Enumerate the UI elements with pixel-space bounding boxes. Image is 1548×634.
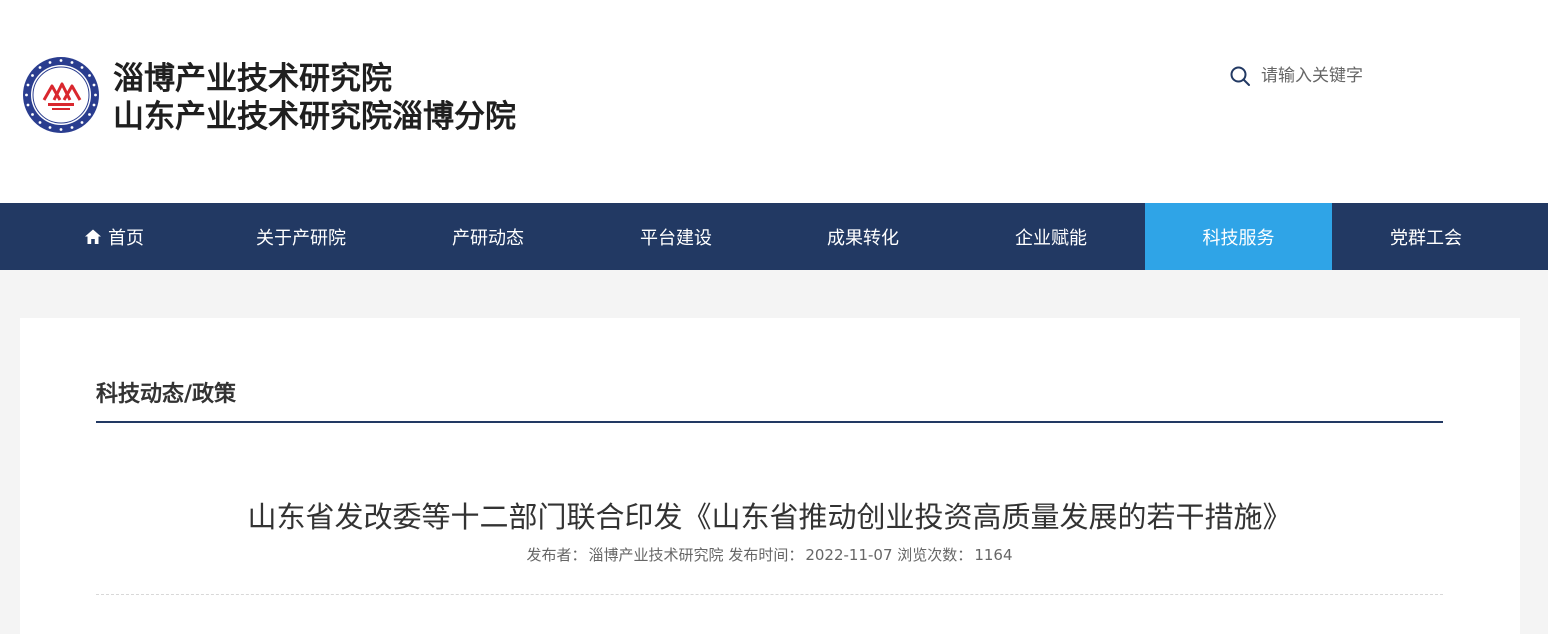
publisher-label: 发布者： (526, 546, 587, 564)
content-card: 科技动态/政策 山东省发改委等十二部门联合印发《山东省推动创业投资高质量发展的若… (20, 318, 1520, 634)
search-box[interactable] (1229, 62, 1459, 90)
article-title: 山东省发改委等十二部门联合印发《山东省推动创业投资高质量发展的若干措施》 (247, 500, 1292, 534)
nav-item-label: 科技服务 (1202, 227, 1275, 249)
nav-item-platform[interactable]: 平台建设 (582, 203, 770, 270)
search-input[interactable] (1261, 66, 1451, 86)
main-nav: 首页 关于产研院 产研动态 平台建设 成果转化 企业赋能 科技服务 党群工会 (0, 203, 1548, 270)
article-divider (96, 594, 1443, 595)
nav-item-home[interactable]: 首页 (20, 203, 208, 270)
section-underline (96, 421, 1443, 423)
search-icon[interactable] (1229, 65, 1251, 87)
date-label: 发布时间： (728, 546, 804, 564)
home-icon (85, 229, 101, 244)
nav-item-label: 企业赋能 (1015, 227, 1087, 249)
nav-item-label: 关于产研院 (256, 227, 346, 249)
views-label: 浏览次数： (897, 546, 973, 564)
article-meta: 发布者： 淄博产业技术研究院 发布时间： 2022-11-07 浏览次数： 1164 (96, 544, 1443, 565)
nav-item-enterprise[interactable]: 企业赋能 (957, 203, 1145, 270)
nav-item-label: 平台建设 (640, 227, 712, 249)
site-name-line1: 淄博产业技术研究院 (113, 61, 392, 97)
institute-logo-icon[interactable] (22, 56, 100, 134)
publisher-value: 淄博产业技术研究院 (588, 546, 724, 564)
date-value: 2022-11-07 (805, 546, 893, 564)
nav-item-achievements[interactable]: 成果转化 (769, 203, 957, 270)
site-header: 淄博产业技术研究院 山东产业技术研究院淄博分院 (0, 0, 1548, 203)
nav-item-label: 产研动态 (452, 227, 524, 249)
nav-item-news[interactable]: 产研动态 (394, 203, 582, 270)
nav-item-label: 首页 (108, 227, 144, 249)
nav-item-label: 党群工会 (1390, 227, 1462, 249)
site-name-line2: 山东产业技术研究院淄博分院 (113, 99, 516, 135)
nav-item-label: 成果转化 (827, 227, 899, 249)
site-name[interactable]: 淄博产业技术研究院 山东产业技术研究院淄博分院 (113, 60, 516, 136)
views-value: 1164 (974, 546, 1013, 564)
nav-item-party-union[interactable]: 党群工会 (1332, 203, 1520, 270)
nav-item-tech-services[interactable]: 科技服务 (1145, 203, 1332, 270)
section-title: 科技动态/政策 (96, 382, 237, 407)
nav-item-about[interactable]: 关于产研院 (207, 203, 395, 270)
